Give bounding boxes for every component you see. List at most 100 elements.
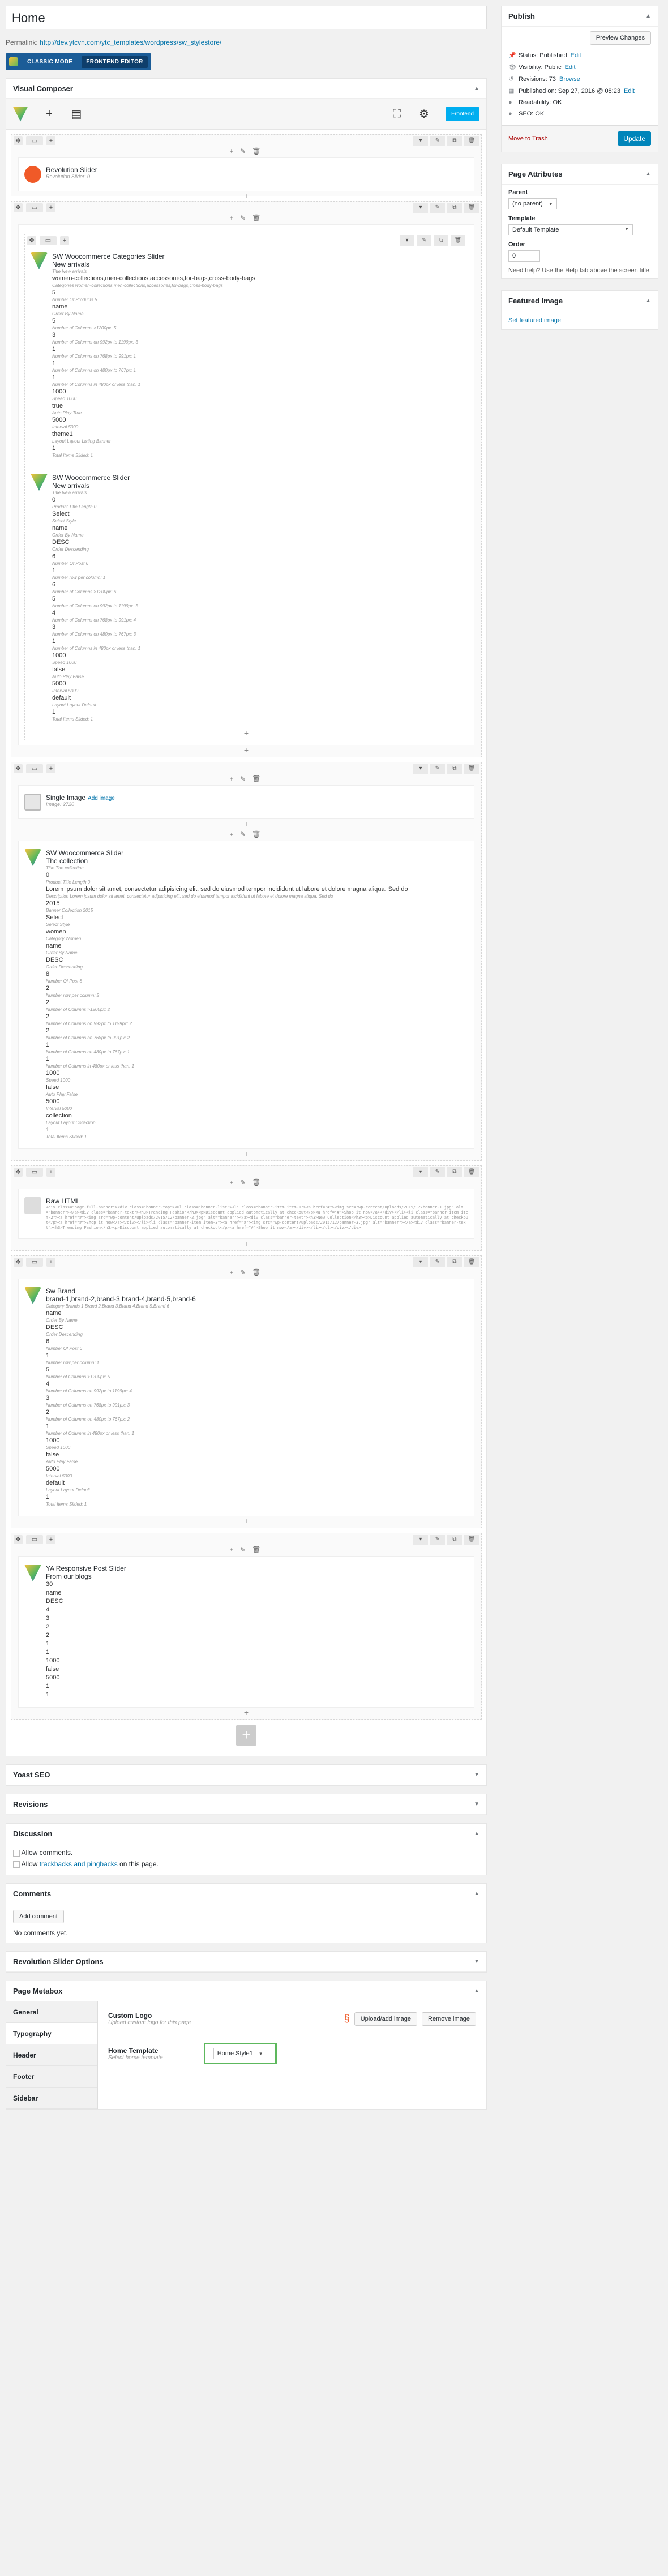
set-featured-image-link[interactable]: Set featured image xyxy=(508,317,561,324)
drag-icon[interactable]: ✥ xyxy=(14,203,23,212)
edit-icon[interactable]: ✎ xyxy=(430,1167,445,1177)
fullscreen-icon[interactable]: ⛶ xyxy=(391,108,402,121)
layout-icon[interactable]: ▭ xyxy=(26,136,43,145)
order-input[interactable]: 0 xyxy=(508,250,540,262)
visibility-edit-link[interactable]: Edit xyxy=(565,64,576,71)
delete-icon[interactable]: 🗑 xyxy=(464,764,479,774)
woocommerce-slider-element[interactable]: SW Woocommerce Slider The collection Title… xyxy=(24,846,468,1144)
templates-icon[interactable]: ▤ xyxy=(71,107,82,121)
toggle-icon[interactable]: ▾ xyxy=(413,136,428,146)
featured-image-header[interactable]: Featured Image ▲ xyxy=(502,291,658,311)
tab-sidebar[interactable]: Sidebar xyxy=(6,2088,97,2109)
preview-changes-button[interactable]: Preview Changes xyxy=(589,31,651,45)
column-controls[interactable]: + ✎ 🗑 xyxy=(11,775,481,785)
toggle-icon[interactable]: ▾ xyxy=(413,1257,428,1267)
toggle-icon[interactable]: ▾ xyxy=(413,764,428,774)
delete-icon[interactable]: 🗑 xyxy=(451,235,465,246)
upload-image-button[interactable]: Upload/add image xyxy=(354,2012,418,2026)
yoast-seo-header[interactable]: Yoast SEO ▼ xyxy=(6,1765,486,1785)
column-controls[interactable]: + ✎ 🗑 xyxy=(11,1268,481,1279)
drag-icon[interactable]: ✥ xyxy=(14,1535,23,1544)
add-column-icon[interactable]: + xyxy=(46,1258,55,1267)
toggle-icon[interactable]: ▾ xyxy=(413,1535,428,1545)
discussion-header[interactable]: Discussion ▲ xyxy=(6,1824,486,1844)
raw-html-element[interactable]: Raw HTML <div class="page-full-banner"><d… xyxy=(24,1194,468,1234)
column-controls[interactable]: + ✎ 🗑 xyxy=(11,830,481,841)
drag-icon[interactable]: ✥ xyxy=(14,1168,23,1177)
page-metabox-header[interactable]: Page Metabox ▲ xyxy=(6,1981,486,2001)
delete-icon[interactable]: 🗑 xyxy=(464,136,479,146)
column-controls[interactable]: + ✎ 🗑 xyxy=(11,1546,481,1556)
layout-icon[interactable]: ▭ xyxy=(26,1535,43,1544)
column-controls[interactable]: + ✎ 🗑 xyxy=(11,147,481,157)
clone-icon[interactable]: ⧉ xyxy=(447,1167,462,1177)
add-comment-button[interactable]: Add comment xyxy=(13,1910,64,1923)
allow-trackbacks-checkbox[interactable] xyxy=(13,1861,20,1868)
toggle-icon[interactable]: ▾ xyxy=(400,235,414,246)
add-element-button[interactable]: + xyxy=(11,1516,481,1528)
move-to-trash-link[interactable]: Move to Trash xyxy=(508,135,548,142)
frontend-editor-button[interactable]: FRONTEND EDITOR xyxy=(82,55,148,68)
add-column-icon[interactable]: + xyxy=(46,136,55,145)
tab-typography[interactable]: Typography xyxy=(6,2023,97,2044)
clone-icon[interactable]: ⧉ xyxy=(447,203,462,213)
add-image-link[interactable]: Add image xyxy=(88,795,115,801)
date-edit-link[interactable]: Edit xyxy=(624,88,635,95)
add-element-icon[interactable]: + xyxy=(44,108,55,121)
frontend-button[interactable]: Frontend xyxy=(445,107,479,121)
remove-image-button[interactable]: Remove image xyxy=(422,2012,476,2026)
drag-icon[interactable]: ✥ xyxy=(14,136,23,145)
drag-icon[interactable]: ✥ xyxy=(14,1258,23,1267)
expand-icon[interactable]: ▼ xyxy=(474,1801,479,1807)
edit-icon[interactable]: ✎ xyxy=(430,1535,445,1545)
comments-header[interactable]: Comments ▲ xyxy=(6,1884,486,1904)
clone-icon[interactable]: ⧉ xyxy=(447,1535,462,1545)
clone-icon[interactable]: ⧉ xyxy=(434,235,448,246)
collapse-icon[interactable]: ▲ xyxy=(645,13,651,19)
browse-link[interactable]: Browse xyxy=(559,76,580,83)
add-column-icon[interactable]: + xyxy=(46,1535,55,1544)
allow-comments-checkbox[interactable] xyxy=(13,1849,20,1857)
home-template-select[interactable]: Home Style1 ▼ xyxy=(213,2048,267,2059)
page-attributes-header[interactable]: Page Attributes ▲ xyxy=(502,164,658,185)
add-element-button[interactable]: + xyxy=(11,819,481,830)
drag-icon[interactable]: ✥ xyxy=(27,236,36,245)
column-controls[interactable]: + ✎ 🗑 xyxy=(11,1178,481,1189)
post-slider-element[interactable]: YA Responsive Post Slider From our blogs 3… xyxy=(24,1561,468,1703)
collapse-icon[interactable]: ▲ xyxy=(474,1988,479,1994)
layout-icon[interactable]: ▭ xyxy=(26,1168,43,1177)
add-element-button[interactable]: + xyxy=(25,728,468,740)
vc-header[interactable]: Visual Composer ▲ xyxy=(6,79,486,99)
update-button[interactable]: Update xyxy=(618,131,651,146)
expand-icon[interactable]: ▼ xyxy=(474,1772,479,1778)
column-controls[interactable]: + ✎ 🗑 xyxy=(11,214,481,224)
classic-mode-button[interactable]: CLASSIC MODE xyxy=(23,56,77,68)
add-column-icon[interactable]: + xyxy=(46,203,55,212)
tab-header[interactable]: Header xyxy=(6,2044,97,2066)
categories-slider-element[interactable]: SW Woocommerce Categories Slider New arri… xyxy=(31,249,462,462)
add-element-button[interactable]: + xyxy=(11,745,481,757)
toggle-icon[interactable]: ▾ xyxy=(413,1167,428,1177)
expand-icon[interactable]: ▼ xyxy=(474,1958,479,1965)
clone-icon[interactable]: ⧉ xyxy=(447,136,462,146)
woocommerce-slider-element[interactable]: SW Woocommerce Slider New arrivals Title N… xyxy=(31,470,462,726)
add-element-button[interactable]: + xyxy=(11,1708,481,1719)
add-column-icon[interactable]: + xyxy=(46,1168,55,1177)
edit-icon[interactable]: ✎ xyxy=(430,203,445,213)
settings-icon[interactable]: ⚙ xyxy=(418,107,430,121)
edit-icon[interactable]: ✎ xyxy=(430,764,445,774)
drag-icon[interactable]: ✥ xyxy=(14,764,23,773)
delete-icon[interactable]: 🗑 xyxy=(464,1167,479,1177)
publish-header[interactable]: Publish ▲ xyxy=(502,6,658,27)
revslider-header[interactable]: Revolution Slider Options ▼ xyxy=(6,1952,486,1972)
toggle-icon[interactable]: ▾ xyxy=(413,203,428,213)
collapse-icon[interactable]: ▲ xyxy=(645,171,651,177)
add-element-button[interactable]: + xyxy=(11,1149,481,1160)
revolution-slider-element[interactable]: Revolution Slider Revolution Slider: 0 xyxy=(24,162,468,186)
single-image-element[interactable]: Single Image Add image Image: 2720 xyxy=(24,790,468,814)
collapse-icon[interactable]: ▲ xyxy=(474,85,479,92)
layout-icon[interactable]: ▭ xyxy=(26,764,43,773)
trackbacks-link[interactable]: trackbacks and pingbacks xyxy=(40,1860,118,1868)
collapse-icon[interactable]: ▲ xyxy=(645,298,651,304)
edit-icon[interactable]: ✎ xyxy=(417,235,431,246)
